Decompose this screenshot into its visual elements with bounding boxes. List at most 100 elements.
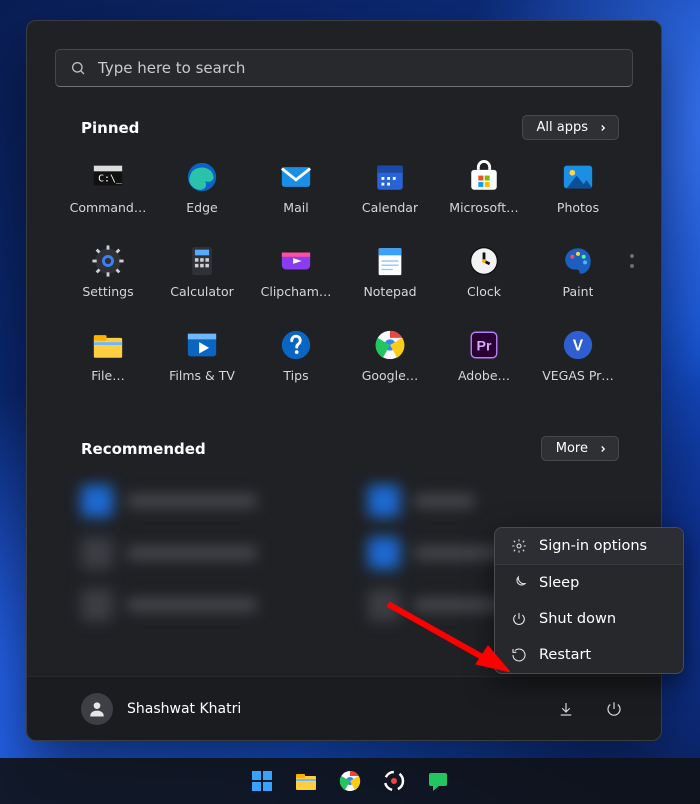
all-apps-label: All apps <box>537 120 589 135</box>
app-tile-films[interactable]: Films & TV <box>155 322 249 406</box>
app-tile-vegas[interactable]: V VEGAS Pr… <box>531 322 625 406</box>
app-tile-label: VEGAS Pr… <box>542 368 614 383</box>
premiere-icon: Pr <box>467 328 501 362</box>
taskbar-start-button[interactable] <box>249 768 275 794</box>
menu-item-restart[interactable]: Restart <box>495 637 683 673</box>
app-tile-label: Microsoft… <box>449 200 518 215</box>
chevron-right-icon <box>598 444 608 454</box>
films-icon <box>185 328 219 362</box>
recommended-item[interactable] <box>81 475 340 527</box>
menu-label: Shut down <box>539 611 616 627</box>
app-tile-notepad[interactable]: Notepad <box>343 238 437 322</box>
power-icon <box>511 611 527 627</box>
vegas-icon: V <box>561 328 595 362</box>
calendar-icon <box>373 160 407 194</box>
moon-icon <box>511 575 527 591</box>
restart-icon <box>511 647 527 663</box>
app-tile-label: Paint <box>563 284 594 299</box>
menu-label: Sleep <box>539 575 579 591</box>
search-placeholder: Type here to search <box>98 59 245 77</box>
app-tile-label: Clipcham… <box>261 284 332 299</box>
app-tile-mail[interactable]: Mail <box>249 154 343 238</box>
recommended-item[interactable] <box>368 475 627 527</box>
app-tile-photos[interactable]: Photos <box>531 154 625 238</box>
app-tile-label: File… <box>91 368 124 383</box>
search-input[interactable]: Type here to search <box>55 49 633 87</box>
all-apps-button[interactable]: All apps <box>522 115 620 140</box>
app-tile-chrome[interactable]: Google… <box>343 322 437 406</box>
app-tile-paint[interactable]: Paint <box>531 238 625 322</box>
app-tile-explorer[interactable]: File… <box>61 322 155 406</box>
pinned-heading: Pinned <box>81 119 139 137</box>
downloads-button[interactable] <box>557 700 575 718</box>
mail-icon <box>279 160 313 194</box>
clipchamp-icon <box>279 244 313 278</box>
menu-label: Sign-in options <box>539 538 647 554</box>
pinned-grid: C:\_ Command… Edge Mail Calendar Microsoft… Ph… <box>61 154 625 406</box>
app-tile-label: Tips <box>283 368 308 383</box>
terminal-icon: C:\_ <box>91 160 125 194</box>
app-tile-label: Films & TV <box>169 368 235 383</box>
calculator-icon <box>185 244 219 278</box>
app-tile-label: Mail <box>283 200 308 215</box>
app-tile-label: Settings <box>82 284 133 299</box>
user-name: Shashwat Khatri <box>127 701 241 717</box>
app-tile-label: Photos <box>557 200 599 215</box>
app-tile-settings[interactable]: Settings <box>61 238 155 322</box>
taskbar-chrome-button[interactable] <box>337 768 363 794</box>
pinned-row: C:\_ Command… Edge Mail Calendar Microsoft… Ph… <box>27 148 661 406</box>
app-tile-clock[interactable]: Clock <box>437 238 531 322</box>
edge-icon <box>185 160 219 194</box>
recommended-heading: Recommended <box>81 440 206 458</box>
app-tile-label: Adobe… <box>458 368 510 383</box>
taskbar-chat-button[interactable] <box>425 768 451 794</box>
app-tile-calculator[interactable]: Calculator <box>155 238 249 322</box>
avatar <box>81 693 113 725</box>
app-tile-clipchamp[interactable]: Clipcham… <box>249 238 343 322</box>
app-tile-calendar[interactable]: Calendar <box>343 154 437 238</box>
store-icon <box>467 160 501 194</box>
taskbar <box>0 758 700 804</box>
app-tile-tips[interactable]: Tips <box>249 322 343 406</box>
user-account-button[interactable]: Shashwat Khatri <box>81 693 241 725</box>
app-tile-label: Clock <box>467 284 501 299</box>
search-wrap: Type here to search <box>27 21 661 87</box>
menu-item-signin-options[interactable]: Sign-in options <box>495 528 683 564</box>
settings-icon <box>91 244 125 278</box>
tips-icon <box>279 328 313 362</box>
notepad-icon <box>373 244 407 278</box>
app-tile-label: Calculator <box>170 284 233 299</box>
recommended-item[interactable] <box>81 579 340 631</box>
app-tile-edge[interactable]: Edge <box>155 154 249 238</box>
svg-text:C:\_: C:\_ <box>98 173 122 184</box>
menu-label: Restart <box>539 647 591 663</box>
app-tile-terminal[interactable]: C:\_ Command… <box>61 154 155 238</box>
page-indicator[interactable] <box>625 154 639 268</box>
power-menu: Sign-in options Sleep Shut down Restart <box>494 527 684 674</box>
paint-icon <box>561 244 595 278</box>
taskbar-app-button[interactable] <box>381 768 407 794</box>
app-tile-label: Command… <box>70 200 147 215</box>
menu-item-sleep[interactable]: Sleep <box>495 565 683 601</box>
app-tile-label: Notepad <box>363 284 416 299</box>
app-tile-label: Google… <box>362 368 419 383</box>
app-tile-store[interactable]: Microsoft… <box>437 154 531 238</box>
app-tile-label: Edge <box>186 200 217 215</box>
power-button[interactable] <box>605 700 623 718</box>
more-button[interactable]: More <box>541 436 619 461</box>
chrome-icon <box>373 328 407 362</box>
recommended-header: Recommended More <box>27 406 661 469</box>
pinned-header: Pinned All apps <box>27 87 661 148</box>
app-tile-label: Calendar <box>362 200 418 215</box>
explorer-icon <box>91 328 125 362</box>
more-label: More <box>556 441 588 456</box>
photos-icon <box>561 160 595 194</box>
chevron-right-icon <box>598 123 608 133</box>
start-footer: Shashwat Khatri <box>27 676 661 740</box>
gear-icon <box>511 538 527 554</box>
taskbar-explorer-button[interactable] <box>293 768 319 794</box>
menu-item-shut-down[interactable]: Shut down <box>495 601 683 637</box>
app-tile-premiere[interactable]: Pr Adobe… <box>437 322 531 406</box>
svg-text:Pr: Pr <box>477 339 492 355</box>
recommended-item[interactable] <box>81 527 340 579</box>
